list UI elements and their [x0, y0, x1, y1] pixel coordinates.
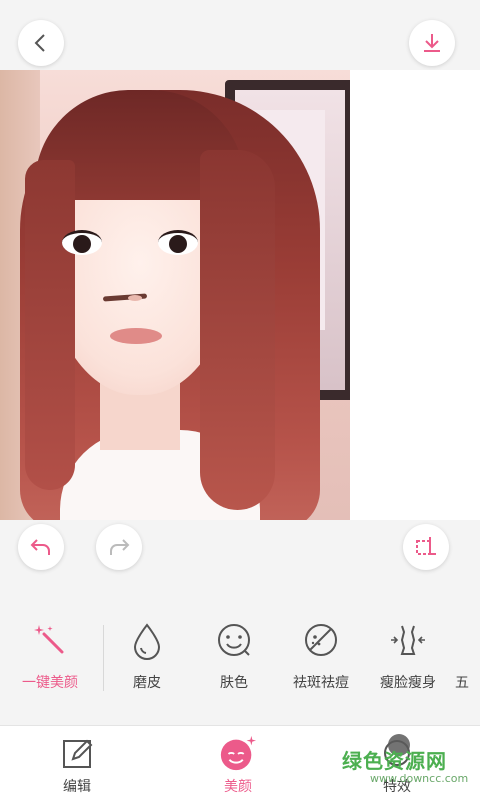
tool-label: 一键美颜 — [22, 675, 78, 691]
blemish-icon — [305, 624, 337, 656]
photo-eye-left — [62, 230, 102, 255]
download-button[interactable] — [409, 20, 455, 66]
undo-icon — [30, 539, 50, 555]
top-bar — [0, 0, 480, 70]
download-icon — [424, 34, 440, 52]
nav-edit[interactable]: 编辑 — [32, 734, 122, 796]
nav-label: 美颜 — [224, 779, 252, 795]
tool-skin-tone[interactable]: 肤色 — [194, 620, 274, 700]
watermark: 绿色资源网 www.downcc.com — [342, 745, 472, 795]
crop-icon — [416, 537, 436, 555]
edit-tool-row — [0, 514, 480, 570]
photo-canvas[interactable] — [0, 70, 480, 520]
magic-wand-icon — [34, 625, 64, 654]
beauty-face-icon — [220, 735, 257, 771]
redo-icon — [110, 539, 130, 555]
watermark-url: www.downcc.com — [370, 772, 469, 785]
redo-button[interactable] — [96, 524, 142, 570]
crop-button[interactable] — [403, 524, 449, 570]
photo-eye-right — [158, 230, 198, 255]
tool-label: 磨皮 — [133, 675, 161, 691]
portrait-photo[interactable] — [0, 70, 350, 520]
tool-slim-face-body[interactable]: 瘦脸瘦身 — [368, 620, 448, 700]
tool-label: 祛斑祛痘 — [293, 675, 349, 691]
photo-nose — [128, 295, 142, 301]
beauty-tools-bar: 一键美颜 磨皮 肤色 祛斑祛痘 瘦脸瘦身 五 — [0, 615, 480, 705]
body-slim-icon — [391, 625, 425, 655]
chevron-left-icon — [34, 34, 45, 52]
edit-icon — [63, 739, 93, 768]
droplet-icon — [133, 623, 161, 660]
watermark-title: 绿色资源网 — [342, 749, 447, 773]
tool-label: 五 — [455, 675, 469, 691]
tool-divider — [103, 625, 104, 691]
smiley-face-icon — [218, 624, 250, 656]
tool-smooth-skin[interactable]: 磨皮 — [107, 620, 187, 700]
undo-button[interactable] — [18, 524, 64, 570]
tool-one-click-beauty[interactable]: 一键美颜 — [10, 620, 90, 700]
tool-blemish-removal[interactable]: 祛斑祛痘 — [281, 620, 361, 700]
photo-hair-left — [25, 160, 75, 490]
nav-label: 编辑 — [63, 779, 91, 795]
tool-label: 瘦脸瘦身 — [380, 675, 436, 691]
tool-label: 肤色 — [220, 675, 248, 691]
photo-mouth — [110, 328, 162, 344]
nav-beauty[interactable]: 美颜 — [193, 734, 283, 796]
tool-partial[interactable]: 五 — [455, 620, 480, 700]
photo-hair-right — [200, 150, 275, 510]
back-button[interactable] — [18, 20, 64, 66]
